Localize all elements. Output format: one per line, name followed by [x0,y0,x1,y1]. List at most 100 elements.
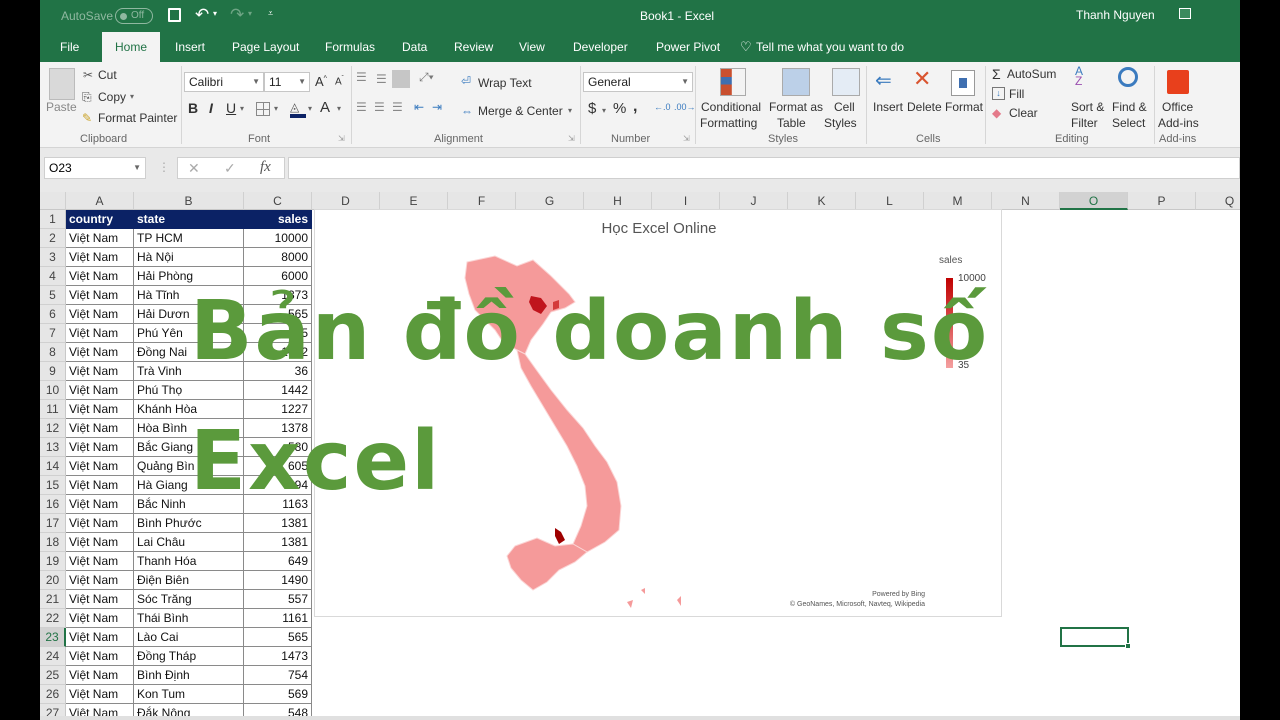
office-addins-button-line2[interactable]: Add-ins [1158,116,1199,130]
column-header-o[interactable]: O [1060,192,1128,210]
format-as-table-button-line2[interactable]: Table [777,116,806,130]
fill-button[interactable]: Fill [1009,87,1024,101]
table-cell[interactable]: Đồng Tháp [134,647,244,666]
table-cell[interactable]: Sóc Trăng [134,590,244,609]
formula-input[interactable] [288,157,1240,179]
column-header-i[interactable]: I [652,192,720,210]
column-header-p[interactable]: P [1128,192,1196,210]
row-header-5[interactable]: 5 [40,286,66,305]
font-name-combo[interactable]: Calibri ▼ [184,72,264,92]
table-cell[interactable]: Việt Nam [66,685,134,704]
table-cell[interactable]: Việt Nam [66,362,134,381]
row-header-11[interactable]: 11 [40,400,66,419]
table-cell[interactable]: Việt Nam [66,590,134,609]
table-cell[interactable]: Hà Nội [134,248,244,267]
undo-dropdown-icon[interactable]: ▾ [213,9,217,18]
underline-dropdown-icon[interactable]: ▾ [240,104,244,113]
row-header-9[interactable]: 9 [40,362,66,381]
horizontal-scrollbar[interactable] [40,716,1240,720]
fill-dropdown-icon[interactable]: ▾ [308,104,312,113]
table-cell[interactable]: 1490 [244,571,312,590]
column-header-q[interactable]: Q [1196,192,1240,210]
column-header-f[interactable]: F [448,192,516,210]
table-cell[interactable]: Kon Tum [134,685,244,704]
italic-button[interactable]: I [209,100,213,116]
find-select-button-line1[interactable]: Find & [1112,100,1147,114]
paste-button[interactable]: Paste [46,100,77,114]
shrink-font-icon[interactable]: Aˇ [335,76,344,87]
copy-button[interactable]: Copy [98,90,126,104]
decrease-indent-icon[interactable]: ⇤ [414,100,424,114]
bold-button[interactable]: B [188,100,198,116]
sort-filter-button-line2[interactable]: Filter [1071,116,1098,130]
format-cells-button[interactable]: Format [945,100,983,114]
table-cell[interactable]: Việt Nam [66,552,134,571]
table-cell[interactable]: Việt Nam [66,628,134,647]
table-cell[interactable]: Việt Nam [66,438,134,457]
row-header-12[interactable]: 12 [40,419,66,438]
wrap-text-button[interactable]: Wrap Text [478,76,532,90]
decrease-decimal-icon[interactable]: .00→ [674,102,696,112]
table-cell[interactable]: 10000 [244,229,312,248]
autosum-button[interactable]: AutoSum [1007,67,1056,81]
grow-font-icon[interactable]: A^ [315,74,327,89]
table-cell[interactable]: Việt Nam [66,514,134,533]
table-header-cell[interactable]: state [134,210,244,229]
table-cell[interactable]: 557 [244,590,312,609]
row-header-8[interactable]: 8 [40,343,66,362]
table-cell[interactable]: Việt Nam [66,286,134,305]
row-header-13[interactable]: 13 [40,438,66,457]
table-cell[interactable]: Bình Định [134,666,244,685]
office-addins-button-line1[interactable]: Office [1162,100,1193,114]
increase-indent-icon[interactable]: ⇥ [432,100,442,114]
table-cell[interactable]: Thanh Hóa [134,552,244,571]
cell-styles-button-line2[interactable]: Styles [824,116,857,130]
sort-filter-button-line1[interactable]: Sort & [1071,100,1104,114]
paste-icon[interactable] [49,68,75,100]
user-name[interactable]: Thanh Nguyen [1076,8,1155,22]
table-cell[interactable]: Phú Thọ [134,381,244,400]
table-cell[interactable]: 754 [244,666,312,685]
row-header-25[interactable]: 25 [40,666,66,685]
table-cell[interactable]: Việt Nam [66,571,134,590]
table-cell[interactable]: Việt Nam [66,533,134,552]
tell-me-search[interactable]: Tell me what you want to do [756,32,904,62]
borders-dropdown-icon[interactable]: ▾ [274,104,278,113]
table-cell[interactable]: Việt Nam [66,647,134,666]
select-all-corner[interactable] [40,192,66,210]
table-cell[interactable]: 1161 [244,609,312,628]
tab-developer[interactable]: Developer [573,32,628,62]
row-header-19[interactable]: 19 [40,552,66,571]
merge-center-button[interactable]: Merge & Center [478,104,563,118]
table-cell[interactable]: 649 [244,552,312,571]
row-header-3[interactable]: 3 [40,248,66,267]
align-bottom-icon[interactable] [392,70,410,88]
fill-color-icon[interactable]: ◬ [290,100,306,114]
table-cell[interactable]: Bình Phước [134,514,244,533]
active-cell-o23[interactable] [1060,627,1131,649]
column-header-c[interactable]: C [244,192,312,210]
tab-view[interactable]: View [519,32,545,62]
tab-data[interactable]: Data [402,32,427,62]
row-header-7[interactable]: 7 [40,324,66,343]
column-header-g[interactable]: G [516,192,584,210]
table-cell[interactable]: Việt Nam [66,381,134,400]
table-cell[interactable]: Việt Nam [66,457,134,476]
column-header-e[interactable]: E [380,192,448,210]
format-painter-button[interactable]: Format Painter [98,111,177,125]
format-as-table-button-line1[interactable]: Format as [769,100,823,114]
table-header-cell[interactable]: sales [244,210,312,229]
table-cell[interactable]: Lào Cai [134,628,244,647]
row-header-6[interactable]: 6 [40,305,66,324]
row-header-1[interactable]: 1 [40,210,66,229]
alignment-dialog-launcher-icon[interactable]: ⇲ [568,134,575,143]
percent-button[interactable]: % [613,100,626,117]
table-cell[interactable]: Việt Nam [66,666,134,685]
row-header-4[interactable]: 4 [40,267,66,286]
table-cell[interactable]: 8000 [244,248,312,267]
delete-cells-button[interactable]: Delete [907,100,942,114]
name-box[interactable]: O23 ▼ [44,157,146,179]
row-header-21[interactable]: 21 [40,590,66,609]
column-header-m[interactable]: M [924,192,992,210]
insert-function-button[interactable]: fx [260,159,271,176]
